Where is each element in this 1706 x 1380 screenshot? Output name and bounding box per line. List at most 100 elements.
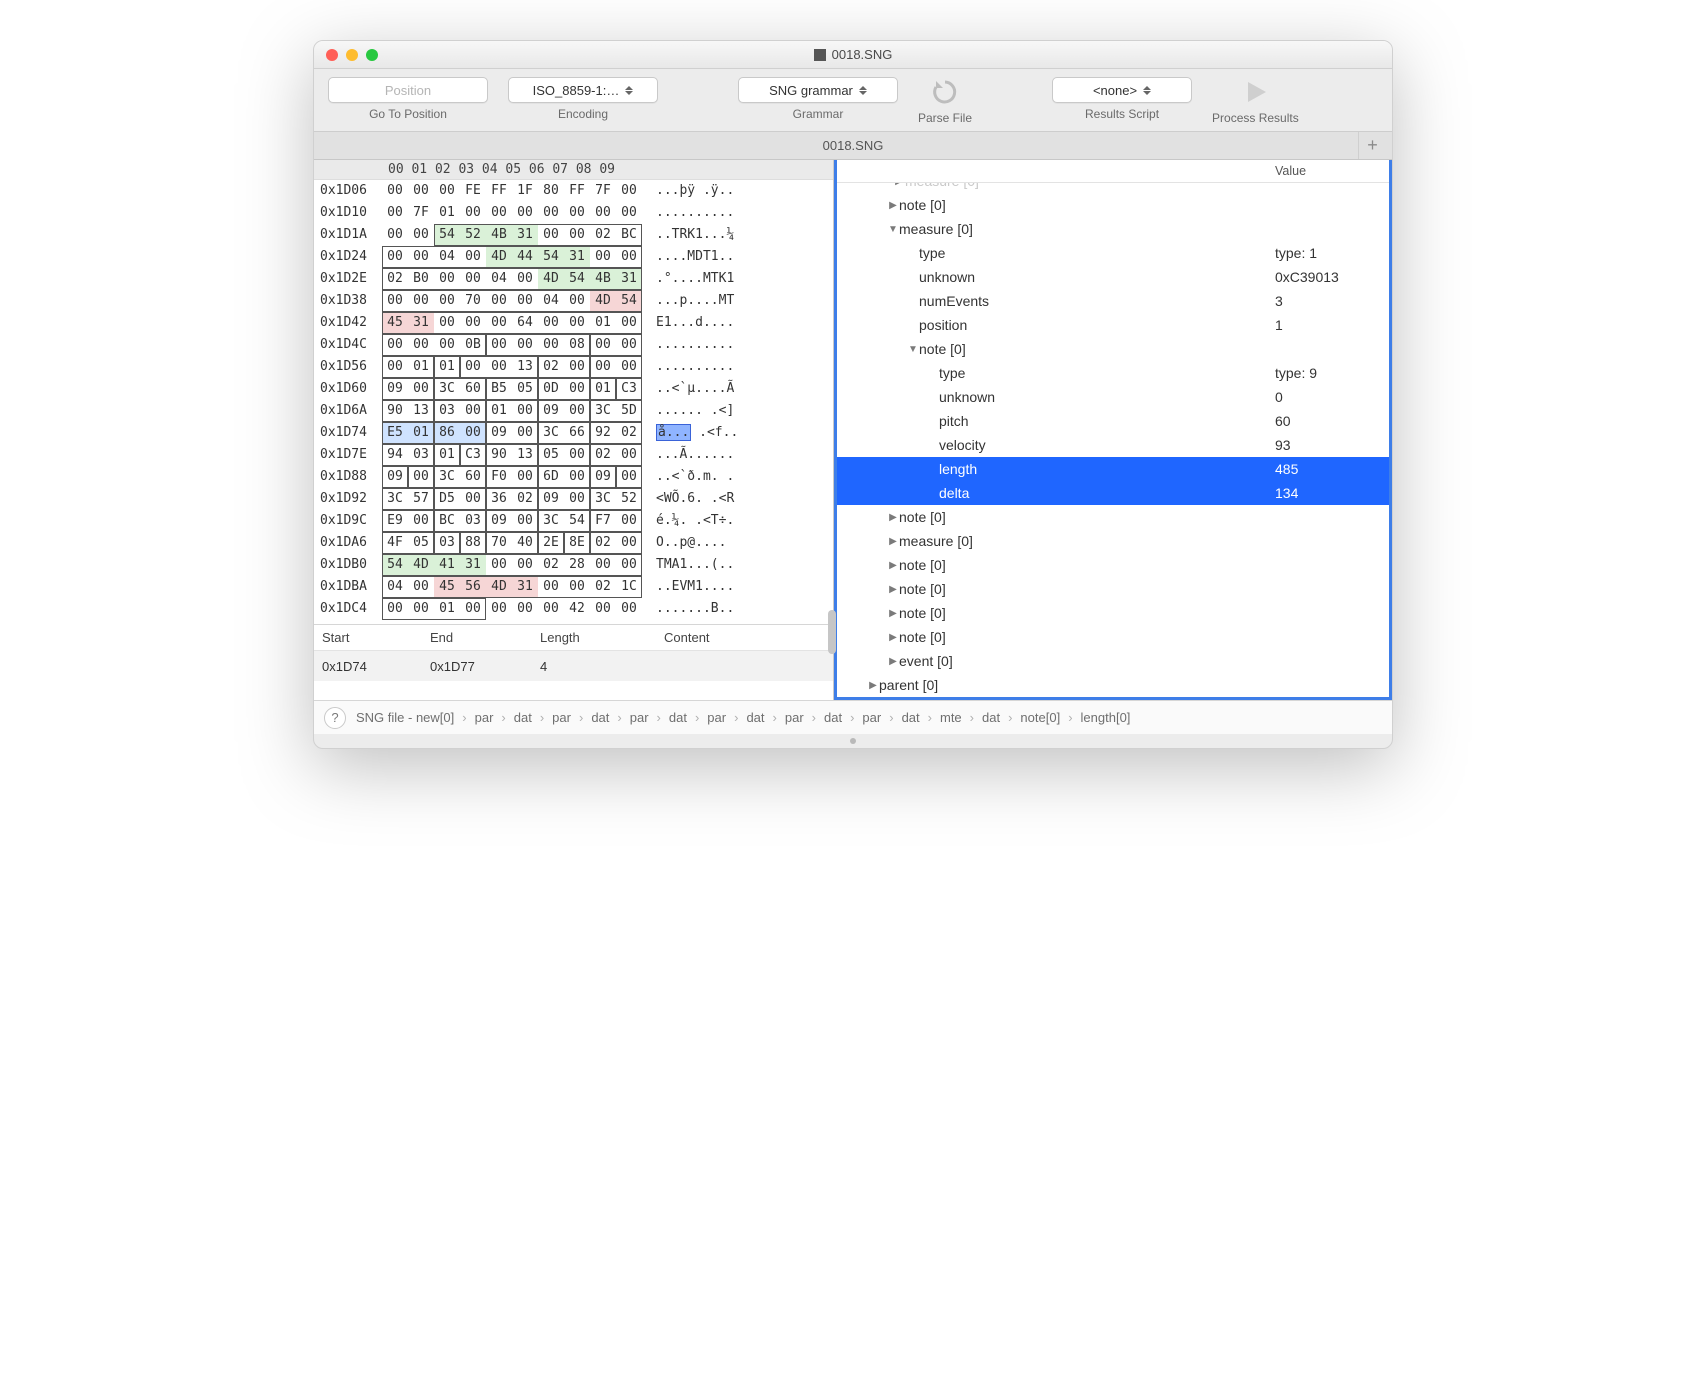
hex-byte[interactable]: 04 [382,576,408,598]
hex-byte[interactable]: 00 [408,598,434,620]
hex-byte[interactable]: 01 [434,202,460,224]
hex-byte[interactable]: 03 [408,444,434,466]
tree-row[interactable]: length485 [837,457,1389,481]
tree-row[interactable]: ▼ note [0] [837,337,1389,361]
breadcrumb-segment[interactable]: par [552,710,571,725]
hex-byte[interactable]: 5D [616,400,642,422]
hex-byte[interactable]: 09 [538,488,564,510]
hex-byte[interactable]: 00 [564,488,590,510]
hex-byte[interactable]: 3C [434,466,460,488]
hex-byte[interactable]: 00 [590,202,616,224]
hex-row[interactable]: 0x1D74E501860009003C669202å... .<f.. [320,422,827,444]
hex-row[interactable]: 0x1D06000000FEFF1F80FF7F00...þÿ .ÿ.. [320,180,827,202]
tree-row[interactable]: velocity93 [837,433,1389,457]
hex-byte[interactable]: 52 [616,488,642,510]
breadcrumb-segment[interactable]: dat [514,710,532,725]
hex-row[interactable]: 0x1D6A90130300010009003C5D...... .<] [320,400,827,422]
hex-byte[interactable]: 66 [564,422,590,444]
hex-byte[interactable]: 01 [434,356,460,378]
hex-byte[interactable]: 36 [486,488,512,510]
hex-byte[interactable]: 04 [434,246,460,268]
hex-byte[interactable]: 54 [564,268,590,290]
hex-byte[interactable]: 4B [486,224,512,246]
hex-byte[interactable]: 00 [382,180,408,202]
resize-handle[interactable] [314,734,1392,748]
hex-byte[interactable]: 00 [564,444,590,466]
chevron-down-icon[interactable]: ▼ [887,224,899,235]
tree-row[interactable]: unknown0xC39013 [837,265,1389,289]
hex-byte[interactable]: 00 [564,378,590,400]
hex-byte[interactable]: 00 [512,202,538,224]
hex-byte[interactable]: 52 [460,224,486,246]
hex-byte[interactable]: 00 [434,290,460,312]
hex-byte[interactable]: 2E [538,532,564,554]
hex-byte[interactable]: 60 [460,466,486,488]
hex-byte[interactable]: 01 [408,422,434,444]
hex-byte[interactable]: 00 [564,290,590,312]
col-content[interactable]: Content [656,630,833,645]
hex-byte[interactable]: 45 [382,312,408,334]
breadcrumb-segment[interactable]: length[0] [1081,710,1131,725]
hex-byte[interactable]: 28 [564,554,590,576]
breadcrumb-segment[interactable]: par [707,710,726,725]
hex-byte[interactable]: 02 [590,576,616,598]
hex-byte[interactable]: 4D [486,576,512,598]
breadcrumb-segment[interactable]: mte [940,710,962,725]
hex-byte[interactable]: 01 [590,378,616,400]
col-start[interactable]: Start [314,630,422,645]
hex-byte[interactable]: 09 [590,466,616,488]
hex-byte[interactable]: 70 [486,532,512,554]
hex-byte[interactable]: 94 [382,444,408,466]
col-length[interactable]: Length [532,630,656,645]
hex-byte[interactable]: 13 [512,444,538,466]
breadcrumb-segment[interactable]: dat [982,710,1000,725]
hex-byte[interactable]: 09 [382,378,408,400]
hex-byte[interactable]: 00 [408,180,434,202]
hex-byte[interactable]: 00 [382,246,408,268]
hex-byte[interactable]: 00 [460,598,486,620]
scrollbar-thumb[interactable] [828,610,836,654]
hex-byte[interactable]: 00 [616,510,642,532]
hex-byte[interactable]: 3C [590,400,616,422]
hex-byte[interactable]: 03 [434,532,460,554]
hex-byte[interactable]: B0 [408,268,434,290]
hex-byte[interactable]: 04 [486,268,512,290]
tree-row[interactable]: typetype: 9 [837,361,1389,385]
hex-byte[interactable]: 00 [590,554,616,576]
hex-byte[interactable]: 03 [460,510,486,532]
hex-byte[interactable]: 02 [382,268,408,290]
tree-row[interactable]: position1 [837,313,1389,337]
parse-file-button[interactable] [927,77,963,107]
hex-byte[interactable]: 00 [460,202,486,224]
hex-byte[interactable]: 00 [512,510,538,532]
hex-byte[interactable]: 13 [408,400,434,422]
hex-byte[interactable]: 00 [434,334,460,356]
hex-byte[interactable]: 00 [486,312,512,334]
hex-byte[interactable]: 4F [382,532,408,554]
hex-byte[interactable]: 00 [486,202,512,224]
hex-byte[interactable]: 00 [434,312,460,334]
breadcrumb-segment[interactable]: SNG file - new[0] [356,710,454,725]
hex-byte[interactable]: FF [486,180,512,202]
breadcrumb-segment[interactable]: dat [669,710,687,725]
hex-byte[interactable]: 02 [590,444,616,466]
hex-byte[interactable]: 4B [590,268,616,290]
hex-byte[interactable]: 00 [564,224,590,246]
tree-row[interactable]: typetype: 1 [837,241,1389,265]
hex-row[interactable]: 0x1D24000004004D4454310000....MDT1.. [320,246,827,268]
hex-byte[interactable]: 41 [434,554,460,576]
tree-body[interactable]: ▶ measure [0]▶ note [0]▼ measure [0] typ… [837,183,1389,697]
hex-byte[interactable]: 4D [590,290,616,312]
breadcrumb-segment[interactable]: note[0] [1020,710,1060,725]
hex-byte[interactable]: 00 [616,466,642,488]
hex-byte[interactable]: 54 [434,224,460,246]
hex-byte[interactable]: FF [564,180,590,202]
hex-byte[interactable]: 31 [564,246,590,268]
hex-byte[interactable]: F7 [590,510,616,532]
chevron-right-icon[interactable]: ▶ [887,584,899,595]
hex-byte[interactable]: 00 [564,202,590,224]
breadcrumb-segment[interactable]: dat [591,710,609,725]
hex-byte[interactable]: 70 [460,290,486,312]
hex-byte[interactable]: 54 [564,510,590,532]
hex-byte[interactable]: 1F [512,180,538,202]
